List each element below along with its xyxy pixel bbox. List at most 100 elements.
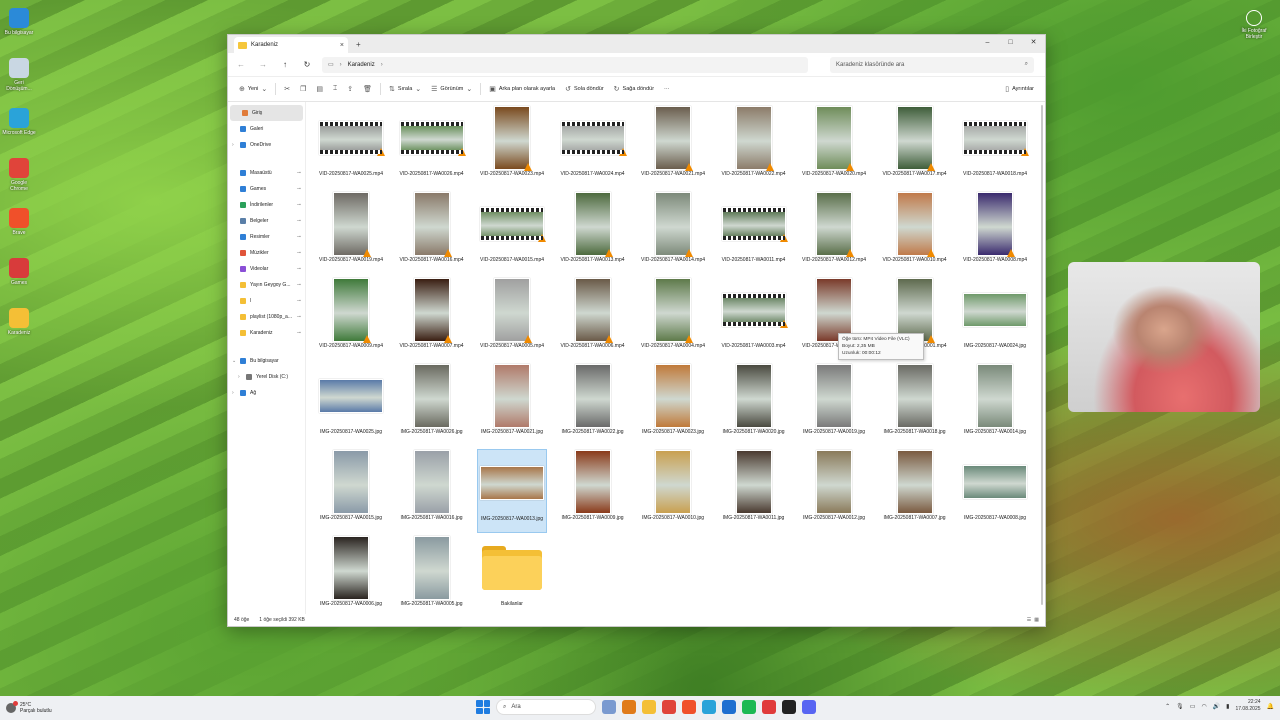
image-file[interactable]: IMG-20250817-WA0025.jpg (316, 363, 386, 447)
details-button[interactable]: ▯ Ayrıntılar (1000, 81, 1039, 97)
desktop-icon[interactable]: Games (2, 254, 36, 304)
brave-app-icon[interactable] (682, 700, 696, 714)
paste-button[interactable]: ▤ (311, 81, 328, 97)
video-file[interactable]: VID-20250817-WA0020.mp4 (799, 105, 869, 189)
chevron-icon[interactable]: › (238, 374, 242, 380)
back-arrow-icon[interactable]: ← (234, 58, 248, 72)
nav-item[interactable]: Games ⊸ (228, 181, 305, 197)
taskbar-search[interactable]: ⌕ Ara (496, 699, 596, 715)
video-file[interactable]: VID-20250817-WA0022.mp4 (719, 105, 789, 189)
new-tab-button[interactable]: + (356, 40, 361, 49)
desktop-icon[interactable]: Karadeniz (2, 304, 36, 354)
video-file[interactable]: VID-20250817-WA0026.mp4 (397, 105, 467, 189)
desktop-icon-photo-merge[interactable]: İki Fotoğraf Birleştir (1234, 6, 1274, 40)
delete-button[interactable]: 🗑 (358, 81, 377, 97)
folder-item[interactable]: Bakilanlar (477, 535, 547, 619)
image-file[interactable]: IMG-20250817-WA0020.jpg (719, 363, 789, 447)
new-button[interactable]: ⊕ Yeni ⌄ (234, 81, 272, 97)
video-file[interactable]: VID-20250817-WA0007.mp4 (397, 277, 467, 361)
chevron-icon[interactable]: › (232, 390, 236, 396)
clock[interactable]: 22:24 17.08.2025 (1235, 699, 1260, 713)
image-file[interactable]: IMG-20250817-WA0011.jpg (719, 449, 789, 533)
sort-button[interactable]: ⇅ Sırala ⌄ (384, 81, 426, 97)
start-button[interactable] (476, 700, 490, 714)
nav-item[interactable]: Resimler ⊸ (228, 229, 305, 245)
video-file[interactable]: VID-20250817-WA0019.mp4 (316, 191, 386, 275)
notification-icon[interactable]: 🔔 (1267, 703, 1274, 710)
nav-item[interactable]: playlist (1080p_a... ⊸ (228, 309, 305, 325)
video-file[interactable]: VID-20250817-WA0025.mp4 (316, 105, 386, 189)
volume-icon[interactable]: 🔊 (1213, 703, 1220, 710)
video-file[interactable]: VID-20250817-WA0004.mp4 (638, 277, 708, 361)
video-file[interactable]: VID-20250817-WA0021.mp4 (638, 105, 708, 189)
desktop-icon[interactable]: Microsoft Edge (2, 104, 36, 154)
video-file[interactable]: VID-20250817-WA0024.mp4 (558, 105, 628, 189)
video-file[interactable]: VID-20250817-WA0012.mp4 (799, 191, 869, 275)
spotify-app-icon[interactable] (742, 700, 756, 714)
nav-item[interactable]: › OneDrive (228, 137, 305, 153)
thumbnail-view-icon[interactable]: ▦ (1034, 617, 1039, 623)
refresh-icon[interactable]: ↻ (300, 58, 314, 72)
widgets-app-icon[interactable] (602, 700, 616, 714)
microphone-icon[interactable]: 🎙 (1176, 703, 1184, 710)
wifi-icon[interactable]: ◠ (1201, 703, 1206, 710)
image-file[interactable]: IMG-20250817-WA0016.jpg (397, 449, 467, 533)
desktop-icon[interactable]: Google Chrome (2, 154, 36, 204)
video-file[interactable]: VID-20250817-WA0016.mp4 (397, 191, 467, 275)
video-file[interactable]: VID-20250817-WA0006.mp4 (558, 277, 628, 361)
video-file[interactable]: VID-20250817-WA0009.mp4 (316, 277, 386, 361)
video-file[interactable]: VID-20250817-WA0005.mp4 (477, 277, 547, 361)
nav-item[interactable]: ⌄ Bu bilgisayar (228, 353, 305, 369)
video-file[interactable]: VID-20250817-WA0014.mp4 (638, 191, 708, 275)
image-file[interactable]: IMG-20250817-WA0019.jpg (799, 363, 869, 447)
nav-item[interactable]: › Ağ (228, 385, 305, 401)
video-file[interactable]: VID-20250817-WA0023.mp4 (477, 105, 547, 189)
nav-item[interactable]: Müzikler ⊸ (228, 245, 305, 261)
nav-item[interactable]: Yayın Geygoy G... ⊸ (228, 277, 305, 293)
video-file[interactable]: VID-20250817-WA0018.mp4 (960, 105, 1030, 189)
image-file[interactable]: IMG-20250817-WA0008.jpg (960, 449, 1030, 533)
battery-icon[interactable]: ▮ (1226, 703, 1229, 710)
video-file[interactable]: VID-20250817-WA0015.mp4 (477, 191, 547, 275)
copy-button[interactable]: ❐ (295, 81, 311, 97)
video-file[interactable]: VID-20250817-WA0008.mp4 (960, 191, 1030, 275)
image-file[interactable]: IMG-20250817-WA0006.jpg (316, 535, 386, 619)
details-view-icon[interactable]: ☰ (1027, 617, 1031, 623)
search-app-icon[interactable] (622, 700, 636, 714)
set-background-button[interactable]: ▣ Arka plan olarak ayarla (484, 81, 560, 97)
nav-item[interactable]: Giriş (230, 105, 303, 121)
nav-item[interactable]: › Yerel Disk (C:) (228, 369, 305, 385)
nav-item[interactable]: Belgeler ⊸ (228, 213, 305, 229)
chrome-app-icon[interactable] (662, 700, 676, 714)
image-file[interactable]: IMG-20250817-WA0013.jpg (477, 449, 547, 533)
files-app-icon[interactable] (642, 700, 656, 714)
image-file[interactable]: IMG-20250817-WA0023.jpg (638, 363, 708, 447)
nav-item[interactable]: İndirilenler ⊸ (228, 197, 305, 213)
video-file[interactable]: VID-20250817-WA0011.mp4 (719, 191, 789, 275)
nav-item[interactable]: Videolar ⊸ (228, 261, 305, 277)
share-button[interactable]: ⇪ (342, 81, 358, 97)
nav-item[interactable]: Galeri (228, 121, 305, 137)
close-button[interactable]: ✕ (1022, 35, 1045, 49)
nav-item[interactable]: l ⊸ (228, 293, 305, 309)
chevron-up-icon[interactable]: ⌃ (1165, 703, 1170, 710)
image-file[interactable]: IMG-20250817-WA0010.jpg (638, 449, 708, 533)
desktop-icon[interactable]: Brave (2, 204, 36, 254)
image-file[interactable]: IMG-20250817-WA0009.jpg (558, 449, 628, 533)
weather-widget[interactable]: 25°C Parçalı bulutlu (0, 701, 120, 714)
forward-arrow-icon[interactable]: → (256, 58, 270, 72)
maximize-button[interactable]: □ (999, 35, 1022, 49)
rotate-right-button[interactable]: ↻ Sağa döndür (609, 81, 659, 97)
tab-karadeniz[interactable]: Karadeniz × (234, 37, 348, 53)
breadcrumb-item[interactable]: Karadeniz (348, 62, 375, 68)
video-file[interactable]: VID-20250817-WA0010.mp4 (880, 191, 950, 275)
capcut-app-icon[interactable] (782, 700, 796, 714)
nav-item[interactable]: Karadeniz ⊸ (228, 325, 305, 341)
more-options-button[interactable]: ··· (659, 81, 675, 97)
desktop-icon[interactable]: Bu bilgisayar (2, 4, 36, 54)
video-file[interactable]: VID-20250817-WA0013.mp4 (558, 191, 628, 275)
minimize-button[interactable]: – (976, 35, 999, 49)
desktop-icon[interactable]: Geri Dönüşüm... (2, 54, 36, 104)
image-file[interactable]: IMG-20250817-WA0021.jpg (477, 363, 547, 447)
image-file[interactable]: IMG-20250817-WA0005.jpg (397, 535, 467, 619)
